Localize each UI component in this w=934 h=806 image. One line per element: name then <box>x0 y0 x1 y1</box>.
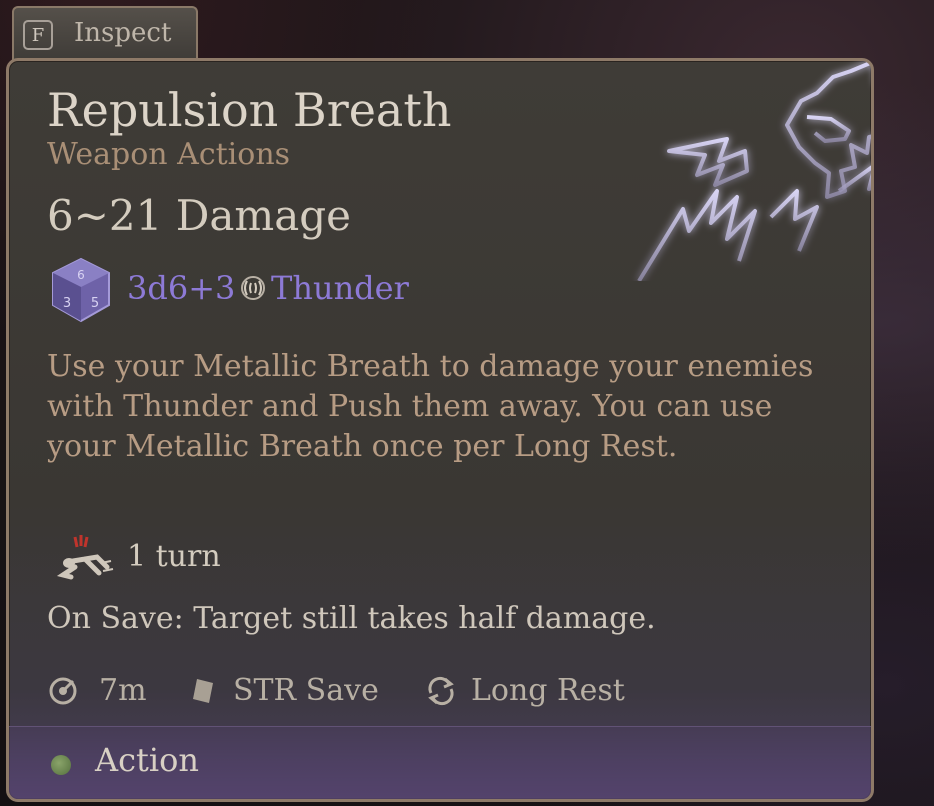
tooltip-panel: Repulsion Breath Weapon Actions 6~21 Dam… <box>6 58 874 802</box>
spell-category: Weapon Actions <box>47 137 291 172</box>
save-text: STR Save <box>233 673 379 708</box>
inspect-key-icon: F <box>23 20 53 50</box>
action-dot-icon <box>51 755 71 775</box>
svg-text:6: 6 <box>77 268 85 282</box>
save-icon <box>193 679 213 703</box>
spell-title: Repulsion Breath <box>47 83 452 137</box>
spell-description: Use your Metallic Breath to damage your … <box>47 349 814 464</box>
action-cost-bar: Action <box>9 726 871 799</box>
duration-text: 1 turn <box>127 539 221 574</box>
action-cost-label: Action <box>95 741 199 779</box>
spell-properties: 7m STR Save Long Rest <box>47 673 867 713</box>
range-icon <box>49 677 77 705</box>
range-text: 7m <box>99 673 147 708</box>
damage-type: Thunder <box>271 269 409 307</box>
on-save-text: On Save: Target still takes half damage. <box>47 601 656 636</box>
recharge-text: Long Rest <box>471 673 625 708</box>
dice-formula: 3d6+3 <box>127 269 236 307</box>
d6-die-icon: 6 3 5 <box>52 257 110 323</box>
dragon-lightning-icon <box>637 61 871 281</box>
damage-summary: 6~21 Damage <box>47 191 352 240</box>
svg-text:3: 3 <box>63 296 71 311</box>
inspect-label: Inspect <box>74 18 172 48</box>
svg-text:5: 5 <box>91 296 99 311</box>
long-rest-icon <box>428 676 454 706</box>
thunder-icon <box>241 276 265 300</box>
prone-icon <box>56 535 114 580</box>
inspect-button[interactable]: F Inspect <box>12 6 198 62</box>
